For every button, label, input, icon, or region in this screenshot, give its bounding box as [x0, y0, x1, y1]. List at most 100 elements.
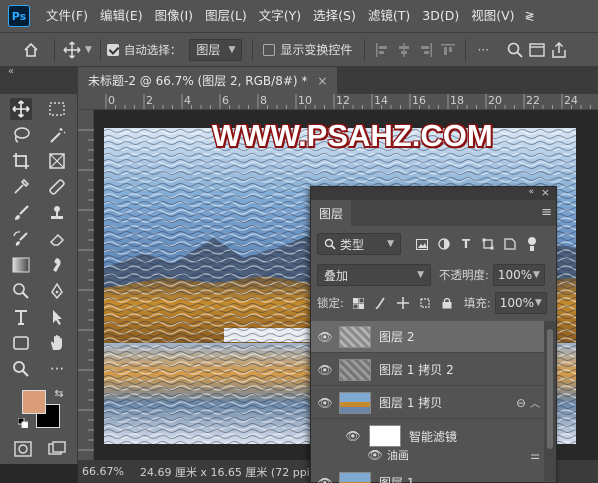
layer-row[interactable]: 👁 图层 1 拷贝 ⊖ ︿	[311, 387, 544, 419]
lock-pixels-icon[interactable]	[370, 292, 392, 314]
more-options-icon[interactable]: ···	[472, 39, 494, 61]
menu-image[interactable]: 图像(I)	[149, 0, 199, 32]
foreground-color-swatch[interactable]	[22, 390, 46, 414]
filter-smart-object-icon[interactable]	[499, 233, 521, 255]
filter-options-icon[interactable]: ⚌	[530, 449, 540, 462]
share-icon[interactable]	[548, 39, 570, 61]
filter-effect-row[interactable]: 👁 油画 ⚌	[311, 446, 544, 464]
visibility-eye-icon[interactable]: 👁	[311, 330, 339, 344]
path-selection-icon[interactable]	[46, 306, 68, 328]
move-tool-icon[interactable]	[10, 98, 32, 120]
visibility-eye-icon[interactable]: 👁	[339, 429, 367, 443]
filter-pixel-icon[interactable]	[411, 233, 433, 255]
pen-tool-icon[interactable]	[46, 280, 68, 302]
menu-view[interactable]: 视图(V)	[465, 0, 520, 32]
clone-stamp-icon[interactable]	[46, 202, 68, 224]
rectangle-tool-icon[interactable]	[10, 332, 32, 354]
gradient-tool-icon[interactable]	[10, 254, 32, 276]
layer-filter-dropdown[interactable]: 类型 ▼	[317, 233, 401, 255]
magic-wand-icon[interactable]	[46, 124, 68, 146]
menu-overflow-icon[interactable]: ≷	[521, 9, 539, 23]
workspace-icon[interactable]	[526, 39, 548, 61]
layer-name: 图层 1 拷贝 2	[379, 363, 454, 377]
fill-field[interactable]: 100% ▼	[494, 292, 547, 314]
menu-type[interactable]: 文字(Y)	[253, 0, 307, 32]
auto-select-dropdown[interactable]: 图层 ▼	[189, 38, 243, 61]
align-top-icon[interactable]	[437, 39, 459, 61]
visibility-eye-icon[interactable]: 👁	[367, 448, 383, 462]
zoom-tool-icon[interactable]	[10, 358, 32, 380]
auto-select-checkbox[interactable]	[106, 43, 119, 56]
marquee-tool-icon[interactable]	[46, 98, 68, 120]
menu-select[interactable]: 选择(S)	[307, 0, 362, 32]
auto-select-label: 自动选择：	[123, 42, 182, 57]
tab-layers[interactable]: 图层	[311, 200, 352, 226]
screen-mode-icon[interactable]	[46, 438, 68, 460]
menu-file[interactable]: 文件(F)	[40, 0, 94, 32]
ruler-tick-label: 2	[146, 94, 153, 107]
filter-shape-icon[interactable]	[477, 233, 499, 255]
swap-colors-icon[interactable]: ⇆	[52, 386, 66, 400]
show-transform-checkbox[interactable]	[263, 43, 276, 56]
chevron-down-icon[interactable]: ▼	[85, 45, 92, 55]
layer-row[interactable]: 👁 图层 1 拷贝 2	[311, 354, 544, 386]
document-tab[interactable]: 未标题-2 @ 66.7% (图层 2, RGB/8#) * ×	[78, 67, 338, 94]
hand-tool-icon[interactable]	[46, 332, 68, 354]
horizontal-ruler: 0 2 4 6 8 10 12 14 16 18 20 22 24	[78, 94, 598, 110]
close-icon[interactable]: ×	[541, 186, 550, 199]
visibility-eye-icon[interactable]: 👁	[311, 396, 339, 410]
dodge-tool-icon[interactable]	[10, 280, 32, 302]
history-brush-icon[interactable]	[10, 228, 32, 250]
menu-3d[interactable]: 3D(D)	[416, 0, 465, 32]
collapse-panel-icon[interactable]: «	[8, 66, 14, 77]
ruler-tick-label: 24	[564, 94, 578, 107]
menu-filter[interactable]: 滤镜(T)	[362, 0, 416, 32]
ruler-tick-label: 18	[450, 94, 464, 107]
layer-row[interactable]: 👁 图层 2	[311, 321, 544, 353]
lock-artboard-icon[interactable]	[414, 292, 436, 314]
lock-transparent-icon[interactable]	[348, 292, 370, 314]
eyedropper-icon[interactable]	[10, 176, 32, 198]
blend-mode-dropdown[interactable]: 叠加 ▼	[317, 264, 431, 286]
filter-toggle-icon[interactable]	[521, 233, 543, 255]
default-colors-icon[interactable]	[18, 418, 28, 428]
layers-scrollbar[interactable]	[544, 321, 556, 481]
visibility-eye-icon[interactable]: 👁	[311, 476, 339, 483]
opacity-field[interactable]: 100% ▼	[492, 264, 545, 286]
menu-layer[interactable]: 图层(L)	[199, 0, 253, 32]
chevron-up-icon[interactable]: ︿	[530, 395, 540, 410]
search-icon[interactable]	[504, 39, 526, 61]
lock-all-icon[interactable]	[436, 292, 458, 314]
zoom-level[interactable]: 66.67%	[82, 465, 124, 478]
show-transform-label: 显示变换控件	[280, 43, 353, 57]
menu-edit[interactable]: 编辑(E)	[94, 0, 149, 32]
type-tool-icon[interactable]	[10, 306, 32, 328]
visibility-eye-icon[interactable]: 👁	[311, 363, 339, 377]
collapse-panel-icon[interactable]: «	[528, 187, 534, 197]
auto-select-value: 图层	[196, 43, 221, 57]
panel-menu-icon[interactable]: ≡	[541, 205, 552, 220]
crop-tool-icon[interactable]	[10, 150, 32, 172]
smudge-tool-icon[interactable]	[46, 254, 68, 276]
align-left-icon[interactable]	[371, 39, 393, 61]
align-right-icon[interactable]	[415, 39, 437, 61]
layer-thumbnail	[339, 471, 371, 483]
lasso-tool-icon[interactable]	[10, 124, 32, 146]
home-icon[interactable]	[20, 39, 42, 61]
frame-tool-icon[interactable]	[46, 150, 68, 172]
filter-effect-name: 油画	[387, 449, 409, 462]
lock-position-icon[interactable]	[392, 292, 414, 314]
layer-row[interactable]: 👁 图层 1	[311, 467, 544, 483]
healing-brush-icon[interactable]	[46, 176, 68, 198]
more-tools-icon[interactable]: ···	[46, 358, 68, 380]
filter-adjustment-icon[interactable]	[433, 233, 455, 255]
eraser-icon[interactable]	[46, 228, 68, 250]
close-icon[interactable]: ×	[317, 74, 327, 88]
quick-mask-icon[interactable]	[12, 438, 34, 460]
align-center-icon[interactable]	[393, 39, 415, 61]
move-tool-icon[interactable]	[61, 39, 83, 61]
filter-type-icon[interactable]: T	[455, 233, 477, 255]
brush-tool-icon[interactable]	[10, 202, 32, 224]
chevron-down-icon: ▼	[532, 270, 540, 280]
layer-name: 图层 1 拷贝	[379, 396, 443, 410]
